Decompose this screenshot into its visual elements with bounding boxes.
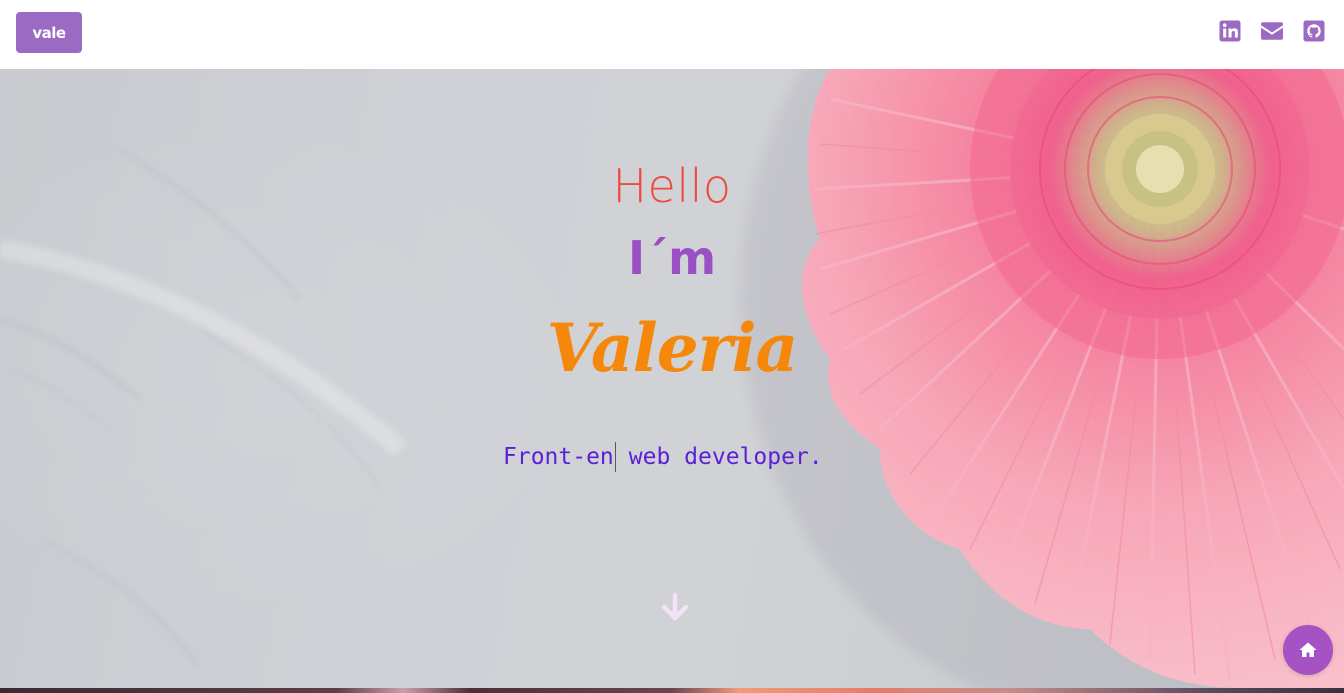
role-rest-text: web developer. [628,444,823,470]
email-link[interactable] [1260,19,1284,43]
role-typewriter: Front-en web developer. [503,441,823,473]
social-links [1218,19,1326,43]
site-header: vale [0,0,1344,69]
arrow-down-icon [661,592,689,621]
github-link[interactable] [1302,19,1326,43]
linkedin-link[interactable] [1218,19,1242,43]
envelope-icon [1261,22,1283,40]
logo-button[interactable]: vale [16,12,82,53]
role-typed-text: Front-en [503,444,614,470]
home-icon [1299,642,1317,657]
hero-section: Hello I´m Valeria Front-en web developer. [0,69,1344,688]
typing-cursor [614,442,616,472]
home-button[interactable] [1283,625,1333,675]
intro-text: I´m [627,231,717,285]
name-heading: Valeria [546,309,799,387]
scroll-down-button[interactable] [659,591,691,623]
next-section-preview [0,688,1344,693]
greeting-text: Hello [612,159,732,213]
github-icon [1303,20,1325,42]
linkedin-icon [1219,20,1241,42]
